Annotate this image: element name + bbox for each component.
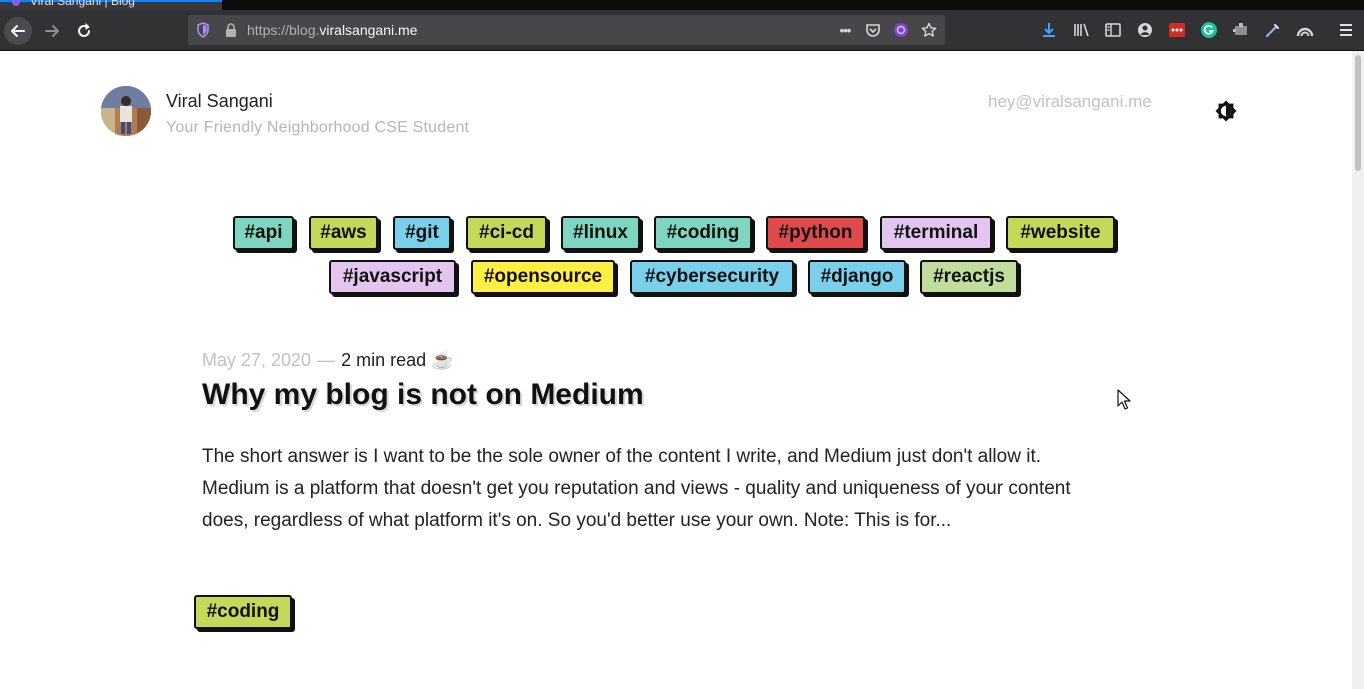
tab-favicon-icon xyxy=(12,0,20,6)
tab-strip: Viral Sangani | Blog xyxy=(0,0,1364,10)
tag-api[interactable]: #api xyxy=(233,216,294,250)
mouse-cursor-icon xyxy=(1117,389,1131,410)
tag-cybersecurity[interactable]: #cybersecurity xyxy=(630,260,794,294)
url-prefix: https://blog. xyxy=(247,22,320,38)
extension-purple-icon[interactable] xyxy=(892,21,910,39)
account-icon[interactable] xyxy=(1135,20,1155,40)
tag-website[interactable]: #website xyxy=(1006,216,1115,250)
browser-toolbar: https://blog.viralsangani.me ••• xyxy=(0,10,1364,51)
post-title-link[interactable]: Why my blog is not on Medium xyxy=(202,378,644,412)
downloads-icon[interactable] xyxy=(1039,20,1059,40)
url-bar[interactable]: https://blog.viralsangani.me ••• xyxy=(188,15,945,45)
tag-linux[interactable]: #linux xyxy=(561,216,640,250)
lastpass-icon[interactable] xyxy=(1167,20,1187,40)
url-host: viralsangani.me xyxy=(319,22,418,38)
tag-coding[interactable]: #coding xyxy=(654,216,752,250)
back-button[interactable] xyxy=(4,17,32,45)
tag-opensource[interactable]: #opensource xyxy=(471,260,615,294)
post-excerpt: The short answer is I want to be the sol… xyxy=(202,446,1071,531)
author-avatar[interactable] xyxy=(101,86,151,136)
scrollbar-thumb[interactable] xyxy=(1355,55,1361,171)
color-picker-icon[interactable] xyxy=(1263,20,1283,40)
author-tagline: Your Friendly Neighborhood CSE Student xyxy=(166,119,470,136)
author-name[interactable]: Viral Sangani xyxy=(166,91,273,112)
tag-javascript[interactable]: #javascript xyxy=(329,260,456,294)
tag-terminal[interactable]: #terminal xyxy=(880,216,992,250)
email-link[interactable]: hey@viralsangani.me xyxy=(988,92,1152,112)
tag-git[interactable]: #git xyxy=(393,216,451,250)
theme-toggle-icon[interactable] xyxy=(1213,99,1239,125)
avatar-photo-icon xyxy=(101,86,151,136)
extension-puzzle-icon[interactable] xyxy=(1231,20,1251,40)
url-text[interactable]: https://blog.viralsangani.me xyxy=(247,22,417,38)
extension-arc-icon[interactable] xyxy=(1295,20,1315,40)
tag-ci-cd[interactable]: #ci-cd xyxy=(466,216,547,250)
tag-reactjs[interactable]: #reactjs xyxy=(920,260,1018,294)
pocket-icon[interactable] xyxy=(864,21,882,39)
post-meta-separator: — xyxy=(317,350,336,370)
tag-python[interactable]: #python xyxy=(766,216,865,250)
reload-icon xyxy=(78,22,90,37)
post-tag-coding[interactable]: #coding xyxy=(194,595,292,629)
active-tab[interactable]: Viral Sangani | Blog xyxy=(0,0,222,10)
hamburger-menu-icon[interactable] xyxy=(1336,20,1356,40)
library-icon[interactable] xyxy=(1071,20,1091,40)
post-date: May 27, 2020 xyxy=(202,350,312,370)
tag-aws[interactable]: #aws xyxy=(309,216,378,250)
page-viewport: Viral Sangani Your Friendly Neighborhood… xyxy=(0,51,1352,689)
tracking-shield-icon[interactable] xyxy=(196,22,210,38)
grammarly-icon[interactable] xyxy=(1199,20,1219,40)
page-scrollbar[interactable] xyxy=(1352,51,1364,689)
lock-icon[interactable] xyxy=(224,22,238,38)
forward-button[interactable] xyxy=(38,17,66,45)
sidebar-icon[interactable] xyxy=(1103,20,1123,40)
tab-title: Viral Sangani | Blog xyxy=(30,0,135,8)
reload-button[interactable] xyxy=(70,17,98,45)
forward-arrow-icon xyxy=(45,25,59,37)
tag-django[interactable]: #django xyxy=(808,260,906,294)
post-read-time: 2 min read ☕ xyxy=(341,350,454,370)
back-arrow-icon xyxy=(11,25,25,37)
bookmark-star-icon[interactable] xyxy=(920,21,938,39)
page-actions-menu-icon[interactable]: ••• xyxy=(836,21,854,39)
post-meta: May 27, 2020—2 min read ☕ xyxy=(202,350,454,371)
